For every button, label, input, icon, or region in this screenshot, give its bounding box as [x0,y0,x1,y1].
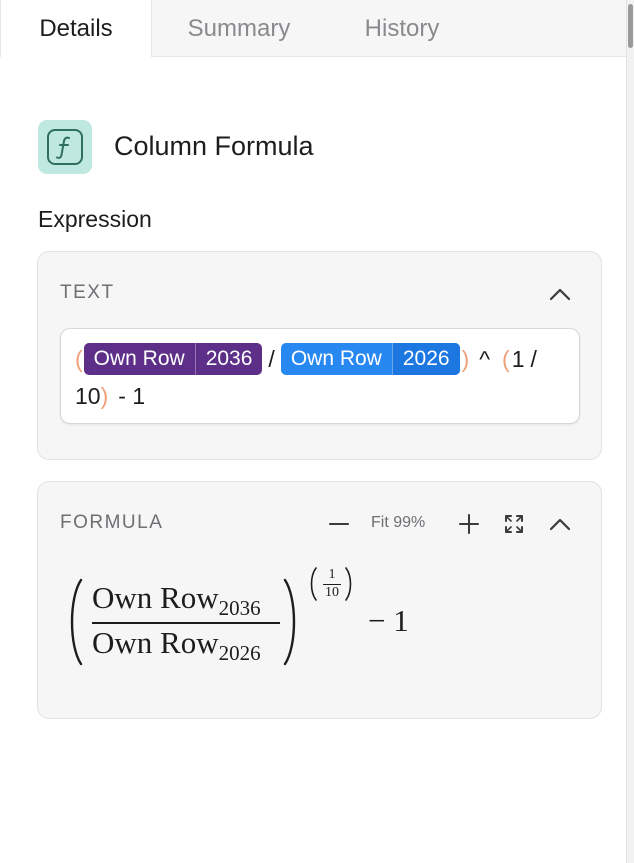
scrollbar-thumb[interactable] [628,4,633,48]
fraction-bar [92,622,280,624]
zoom-in-icon[interactable] [459,514,479,534]
power-operator: ^ [479,345,491,372]
exponent-numerator: 1 [511,345,525,372]
text-card-header: TEXT [60,282,115,303]
formula-minus-one: − 1 [368,603,409,639]
formula-card: FORMULA Fit 99% Own Row2036 Own Row2026 [37,481,602,719]
fraction-numerator: Own Row2036 [92,580,261,620]
left-paren-icon [70,578,83,666]
column-ref-value: 2026 [391,343,460,375]
open-paren: ( [75,345,83,372]
close-paren: ) [461,345,470,372]
formula-card-header: FORMULA [60,512,164,533]
column-ref-pill[interactable]: Own Row 2036 [83,343,263,375]
close-paren: ) [100,382,109,409]
denominator-text: Own Row [92,625,219,660]
exponent-denominator: 10 [75,382,101,409]
exponent-numerator: 1 [328,567,336,582]
tab-summary[interactable]: Summary [151,0,327,56]
expression-heading: Expression [38,206,152,232]
expression-line-1: ( Own Row 2036 / Own Row 2026 ) ^ ( 1 / [75,343,537,375]
numerator-text: Own Row [92,580,219,615]
chevron-up-icon[interactable] [549,287,571,301]
column-title: Column Formula [114,131,314,161]
column-ref-pill[interactable]: Own Row 2026 [280,343,460,375]
zoom-out-icon[interactable] [329,522,349,526]
exponent-denominator: 10 [325,585,339,600]
numerator-subscript: 2036 [218,596,261,620]
expression-line-2: 10 ) - 1 [75,380,145,412]
divide-operator: / [268,345,275,372]
fraction-denominator: Own Row2026 [92,625,261,665]
chevron-up-icon[interactable] [549,517,571,531]
column-ref-name: Own Row [290,347,382,370]
expand-icon[interactable] [504,514,524,534]
right-paren-icon [283,578,296,666]
column-ref-value: 2036 [194,343,263,375]
constant-one: 1 [393,603,409,638]
tab-bar: Details Summary History [0,0,627,57]
denominator-subscript: 2026 [218,641,261,665]
text-card: TEXT ( Own Row 2036 / Own Row 2026 ) ^ (… [37,251,602,460]
function-icon [38,120,92,174]
expression-text-input[interactable]: ( Own Row 2036 / Own Row 2026 ) ^ ( 1 / … [60,328,580,424]
minus-one: - 1 [118,382,146,409]
scrollbar[interactable] [626,0,634,863]
exponent-left-paren-icon [310,567,317,601]
tab-history[interactable]: History [328,0,476,56]
tab-details[interactable]: Details [0,0,152,57]
zoom-level[interactable]: Fit 99% [371,514,425,532]
minus-sign: − [368,603,386,638]
column-ref-name: Own Row [93,347,185,370]
divide-operator: / [530,345,537,372]
open-paren: ( [502,345,510,372]
exponent-right-paren-icon [345,567,352,601]
